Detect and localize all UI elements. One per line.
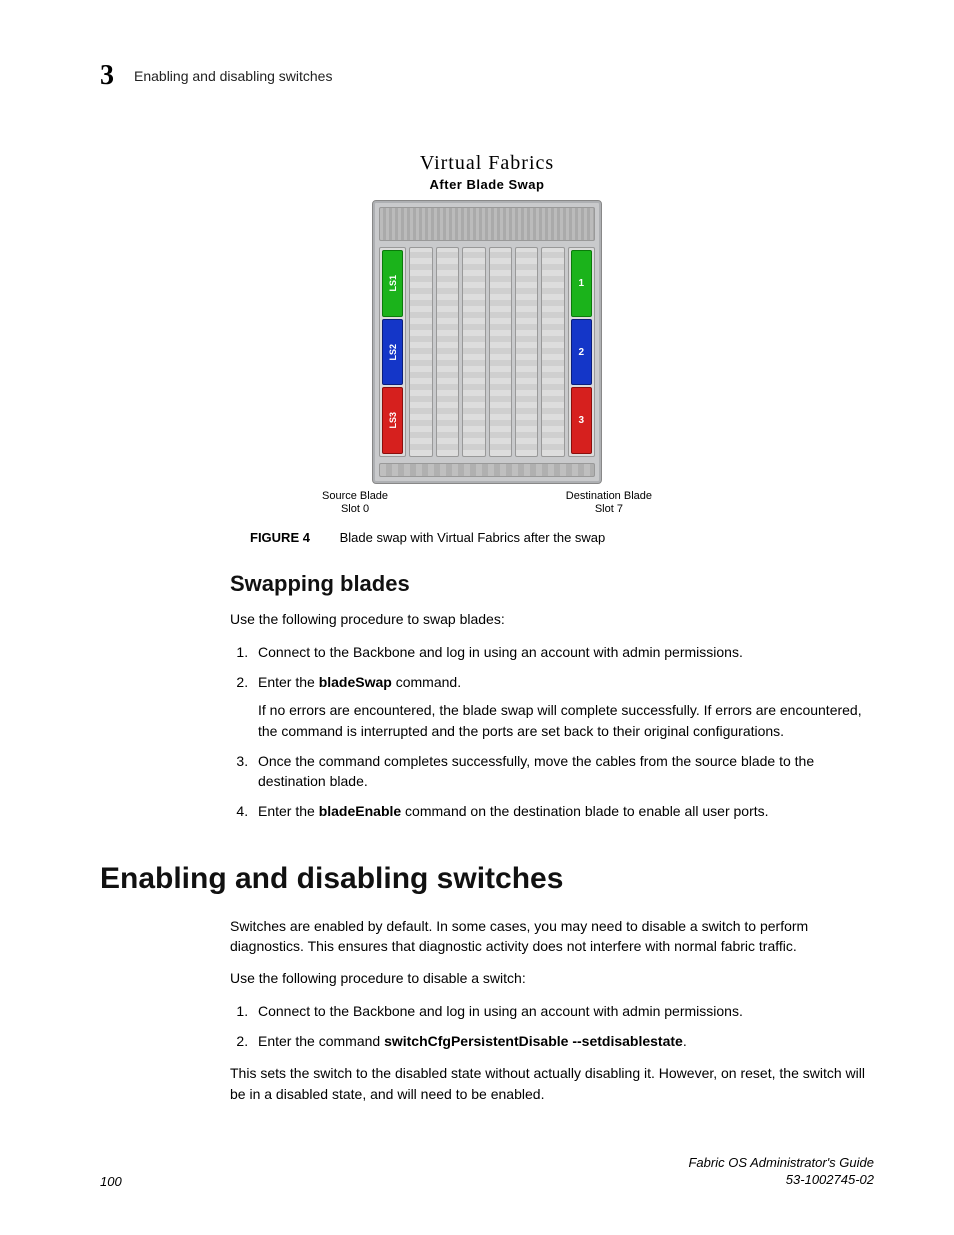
swap-step-2: Enter the bladeSwap command. If no error… xyxy=(252,672,874,741)
chassis: LS1 LS2 LS3 1 2 3 xyxy=(372,200,602,484)
figure-subtitle: After Blade Swap xyxy=(207,177,767,192)
chassis-slots: LS1 LS2 LS3 1 2 3 xyxy=(379,247,595,457)
swap-step-4: Enter the bladeEnable command on the des… xyxy=(252,801,874,821)
doc-title: Fabric OS Administrator's Guide xyxy=(688,1155,874,1170)
figure-caption: FIGURE 4 Blade swap with Virtual Fabrics… xyxy=(250,530,874,545)
heading-swapping-blades: Swapping blades xyxy=(230,571,874,597)
cmd-bladeenable: bladeEnable xyxy=(319,803,401,819)
source-seg-ls2: LS2 xyxy=(382,319,403,386)
page-number: 100 xyxy=(100,1174,122,1189)
doc-id: 53-1002745-02 xyxy=(786,1172,874,1187)
dest-seg-2: 2 xyxy=(571,319,592,386)
swap-step-1: Connect to the Backbone and log in using… xyxy=(252,642,874,662)
source-seg-ls3: LS3 xyxy=(382,387,403,454)
blade-labels: Source Blade Slot 0 Destination Blade Sl… xyxy=(322,490,652,516)
chassis-illustration: LS1 LS2 LS3 1 2 3 xyxy=(207,200,767,516)
enabling-intro: Use the following procedure to disable a… xyxy=(230,968,874,988)
header-section-title: Enabling and disabling switches xyxy=(134,68,332,84)
page-footer: 100 Fabric OS Administrator's Guide 53-1… xyxy=(100,1155,874,1189)
source-blade-slot0: LS1 LS2 LS3 xyxy=(379,247,406,457)
page: 3 Enabling and disabling switches Virtua… xyxy=(0,0,954,1235)
swapping-intro: Use the following procedure to swap blad… xyxy=(230,609,874,629)
page-header: 3 Enabling and disabling switches xyxy=(100,60,874,92)
footer-doc-info: Fabric OS Administrator's Guide 53-10027… xyxy=(688,1155,874,1189)
chapter-number: 3 xyxy=(100,60,114,92)
chassis-top xyxy=(379,207,595,241)
chassis-bottom xyxy=(379,463,595,477)
mid-slot xyxy=(462,247,485,457)
enabling-para2: This sets the switch to the disabled sta… xyxy=(230,1063,874,1104)
enabling-body: Switches are enabled by default. In some… xyxy=(230,916,874,1104)
dest-seg-1: 1 xyxy=(571,250,592,317)
source-seg-ls1: LS1 xyxy=(382,250,403,317)
source-blade-label: Source Blade Slot 0 xyxy=(322,490,388,516)
swap-step-3: Once the command completes successfully,… xyxy=(252,751,874,792)
cmd-bladeswap: bladeSwap xyxy=(319,674,392,690)
figure-caption-text: Blade swap with Virtual Fabrics after th… xyxy=(340,530,606,545)
figure-title: Virtual Fabrics xyxy=(207,152,767,175)
cmd-switchcfgpersistentdisable: switchCfgPersistentDisable --setdisables… xyxy=(384,1033,683,1049)
mid-slot xyxy=(409,247,432,457)
heading-enabling-disabling: Enabling and disabling switches xyxy=(100,862,874,896)
enabling-para1: Switches are enabled by default. In some… xyxy=(230,916,874,957)
enable-step-1: Connect to the Backbone and log in using… xyxy=(252,1001,874,1021)
mid-slot xyxy=(489,247,512,457)
mid-slot xyxy=(436,247,459,457)
mid-slot xyxy=(515,247,538,457)
enabling-steps: Connect to the Backbone and log in using… xyxy=(230,1001,874,1052)
enable-step-2: Enter the command switchCfgPersistentDis… xyxy=(252,1031,874,1051)
swapping-steps: Connect to the Backbone and log in using… xyxy=(230,642,874,822)
swap-step-2-detail: If no errors are encountered, the blade … xyxy=(258,700,874,741)
figure-number: FIGURE 4 xyxy=(250,530,310,545)
mid-slot xyxy=(541,247,564,457)
swapping-blades-body: Use the following procedure to swap blad… xyxy=(230,609,874,821)
destination-blade-slot7: 1 2 3 xyxy=(568,247,595,457)
dest-seg-3: 3 xyxy=(571,387,592,454)
figure-4: Virtual Fabrics After Blade Swap LS1 LS2… xyxy=(207,152,767,516)
destination-blade-label: Destination Blade Slot 7 xyxy=(566,490,652,516)
